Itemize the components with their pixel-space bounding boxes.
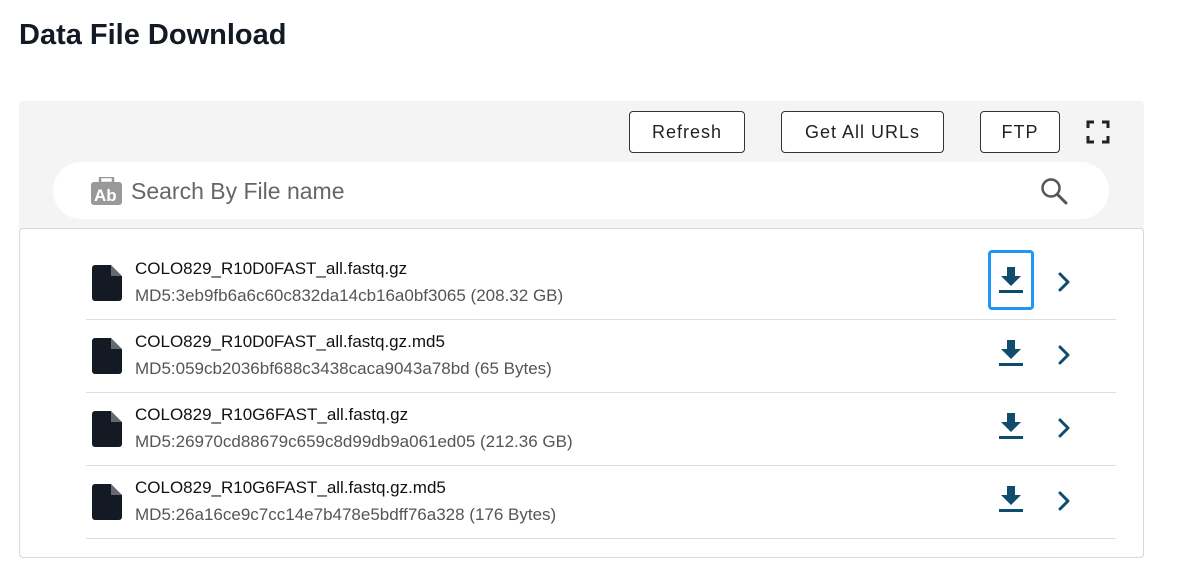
file-row: COLO829_R10G6FAST_all.fastq.gz MD5:26970…	[86, 393, 1116, 466]
chevron-right-icon[interactable]	[1053, 488, 1075, 514]
fullscreen-icon[interactable]	[1086, 120, 1110, 144]
download-icon	[999, 486, 1023, 512]
download-button[interactable]	[988, 250, 1034, 310]
file-icon	[92, 411, 122, 447]
chevron-right-icon[interactable]	[1053, 415, 1075, 441]
chevron-right-icon[interactable]	[1053, 269, 1075, 295]
text-search-icon: Ab	[91, 177, 122, 205]
file-row: COLO829_R10G6FAST_all.fastq.gz.md5 MD5:2…	[86, 466, 1116, 539]
download-button[interactable]	[988, 469, 1034, 529]
file-icon	[92, 265, 122, 301]
magnifier-icon[interactable]	[1040, 177, 1068, 205]
download-icon	[999, 267, 1023, 293]
file-name: COLO829_R10G6FAST_all.fastq.gz	[135, 405, 409, 424]
file-download-panel: Refresh Get All URLs FTP Ab COLO829_R10D…	[19, 101, 1144, 558]
download-icon	[999, 340, 1023, 366]
page-title: Data File Download	[19, 19, 287, 51]
search-bar: Ab	[53, 162, 1109, 219]
file-row: COLO829_R10D0FAST_all.fastq.gz.md5 MD5:0…	[86, 320, 1116, 393]
search-input[interactable]	[131, 172, 1031, 210]
ftp-button[interactable]: FTP	[980, 111, 1060, 153]
svg-text:Ab: Ab	[94, 186, 117, 205]
download-button[interactable]	[988, 323, 1034, 383]
file-checksum-size: MD5:3eb9fb6a6c60c832da14cb16a0bf3065 (20…	[135, 286, 564, 305]
file-name: COLO829_R10D0FAST_all.fastq.gz	[135, 259, 408, 278]
file-list: COLO829_R10D0FAST_all.fastq.gz MD5:3eb9f…	[19, 228, 1144, 558]
download-button[interactable]	[988, 396, 1034, 456]
file-checksum-size: MD5:059cb2036bf688c3438caca9043a78bd (65…	[135, 359, 552, 378]
file-icon	[92, 338, 122, 374]
refresh-button[interactable]: Refresh	[629, 111, 745, 153]
file-row: COLO829_R10D0FAST_all.fastq.gz MD5:3eb9f…	[86, 247, 1116, 320]
chevron-right-icon[interactable]	[1053, 342, 1075, 368]
get-all-urls-button[interactable]: Get All URLs	[781, 111, 944, 153]
file-icon	[92, 484, 122, 520]
file-checksum-size: MD5:26970cd88679c659c8d99db9a061ed05 (21…	[135, 432, 573, 451]
download-icon	[999, 413, 1023, 439]
file-name: COLO829_R10G6FAST_all.fastq.gz.md5	[135, 478, 446, 497]
file-checksum-size: MD5:26a16ce9c7cc14e7b478e5bdff76a328 (17…	[135, 505, 557, 524]
file-name: COLO829_R10D0FAST_all.fastq.gz.md5	[135, 332, 445, 351]
